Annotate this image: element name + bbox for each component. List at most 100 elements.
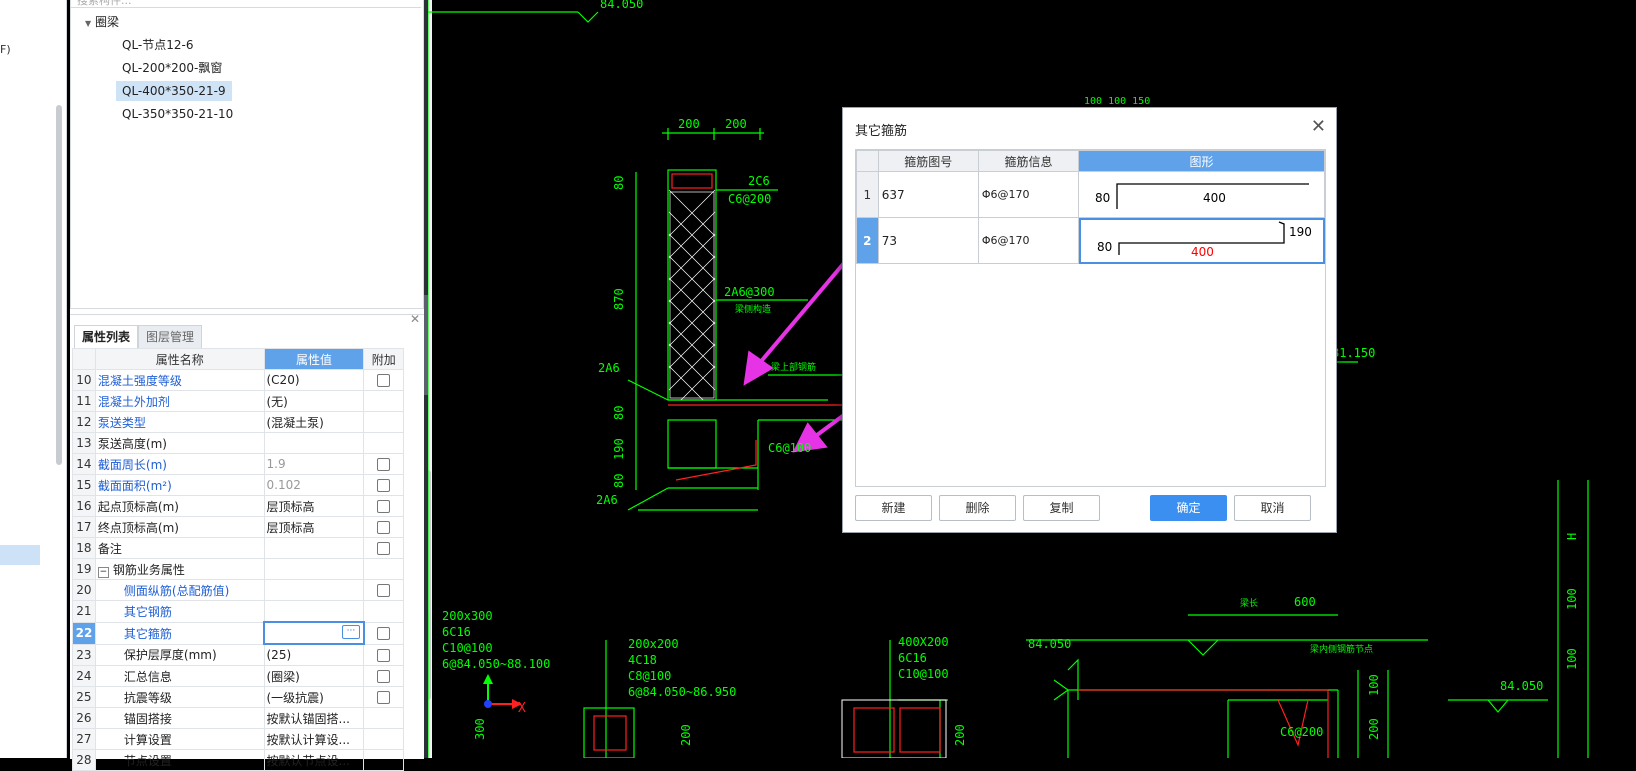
property-value[interactable]: [263, 600, 365, 623]
tree-item-selected[interactable]: QL-400*350-21-9: [116, 81, 232, 101]
attach-checkbox[interactable]: [377, 479, 391, 492]
property-row[interactable]: 25 抗震等级 (一级抗震): [72, 686, 404, 708]
stirrup-info-cell[interactable]: Φ6@170: [977, 217, 1080, 264]
cad-label: 2A6: [598, 361, 620, 375]
attach-checkbox[interactable]: [377, 521, 391, 534]
property-value[interactable]: [263, 579, 365, 601]
property-row[interactable]: 13 泵送高度(m): [72, 432, 404, 454]
tree-root-node[interactable]: ▼ 圈梁: [85, 12, 119, 32]
property-row[interactable]: 12 泵送类型 (混凝土泵): [72, 411, 404, 433]
left-strip-fragment: F): [0, 43, 11, 56]
attach-checkbox[interactable]: [377, 374, 391, 387]
shape-header: 图形: [1078, 150, 1325, 172]
delete-button[interactable]: 删除: [939, 495, 1016, 521]
ok-button[interactable]: 确定: [1150, 495, 1227, 521]
property-row[interactable]: 17 终点顶标高(m) 层顶标高: [72, 516, 404, 538]
property-value[interactable]: 1.9: [263, 453, 365, 475]
tree-item[interactable]: QL-350*350-21-10: [122, 104, 233, 124]
hatch-pattern: [668, 189, 716, 401]
property-value[interactable]: (一级抗震): [263, 686, 365, 708]
attach-checkbox[interactable]: [377, 542, 391, 555]
tree-item[interactable]: QL-节点12-6: [122, 35, 194, 55]
new-button[interactable]: 新建: [855, 495, 932, 521]
property-row[interactable]: 19− 钢筋业务属性: [72, 558, 404, 580]
property-row[interactable]: 16 起点顶标高(m) 层顶标高: [72, 495, 404, 517]
property-value[interactable]: (圈梁): [263, 665, 365, 687]
property-row[interactable]: 26 锚固搭接 按默认锚固搭...: [72, 707, 404, 729]
property-name: 混凝土外加剂: [94, 390, 265, 412]
stirrup-code-cell[interactable]: 637: [877, 171, 979, 218]
property-name: 其它钢筋: [94, 600, 265, 623]
property-value-text: 按默认锚固搭...: [266, 711, 350, 726]
property-value[interactable]: [263, 558, 365, 580]
left-strip-scrollbar[interactable]: [56, 105, 62, 465]
cad-label: C8@100: [628, 669, 671, 683]
property-row[interactable]: 10 混凝土强度等级 (C20): [72, 369, 404, 391]
attach-checkbox[interactable]: [377, 627, 391, 640]
property-row[interactable]: 20 侧面纵筋(总配筋值): [72, 579, 404, 601]
tab-layer-management[interactable]: 图层管理: [138, 325, 203, 349]
property-value[interactable]: 层顶标高: [263, 495, 365, 517]
property-value[interactable]: 层顶标高: [263, 516, 365, 538]
property-row[interactable]: 23 保护层厚度(mm) (25): [72, 643, 404, 666]
property-row[interactable]: 15 截面面积(m²) 0.102: [72, 474, 404, 496]
property-value[interactable]: 按默认锚固搭...: [263, 707, 365, 729]
property-value[interactable]: [263, 537, 365, 559]
property-value-text: 按默认节点设...: [266, 753, 350, 768]
attach-cell: [363, 749, 404, 771]
row-number: 28: [72, 749, 96, 771]
table-row[interactable]: 1 637 Φ6@170 80 400: [856, 171, 1325, 218]
property-row[interactable]: 14 截面周长(m) 1.9: [72, 453, 404, 475]
property-tabs: 属性列表 图层管理: [74, 325, 203, 349]
property-row[interactable]: 24 汇总信息 (圈梁): [72, 665, 404, 687]
tree-search-input[interactable]: 搜索构件...: [71, 0, 421, 8]
table-row-selected[interactable]: 2 73 Φ6@170 80 400 190: [856, 217, 1325, 264]
property-value[interactable]: (25): [263, 643, 365, 666]
more-options-icon[interactable]: ···: [341, 625, 360, 639]
attach-checkbox[interactable]: [377, 500, 391, 513]
property-row[interactable]: 11 混凝土外加剂 (无): [72, 390, 404, 412]
shape-cell[interactable]: 80 400 190: [1078, 217, 1325, 264]
stirrup-shape-2: 80 400 190: [1097, 221, 1312, 259]
property-name: 抗震等级: [94, 686, 265, 708]
property-row[interactable]: 21 其它钢筋: [72, 600, 404, 623]
collapse-icon[interactable]: −: [97, 566, 109, 578]
property-value[interactable]: (无): [263, 390, 365, 412]
attach-checkbox[interactable]: [377, 584, 391, 597]
expand-triangle-icon[interactable]: ▼: [85, 19, 91, 28]
row-number: 13: [72, 432, 96, 454]
stirrup-info-cell[interactable]: Φ6@170: [977, 171, 1080, 218]
property-value[interactable]: 按默认计算设...: [263, 728, 365, 750]
attach-checkbox[interactable]: [377, 670, 391, 683]
property-row[interactable]: 18 备注: [72, 537, 404, 559]
close-icon[interactable]: ✕: [1311, 116, 1326, 137]
row-number: 18: [72, 537, 96, 559]
attach-checkbox[interactable]: [377, 458, 391, 471]
attach-cell: [363, 600, 404, 623]
copy-button[interactable]: 复制: [1023, 495, 1100, 521]
property-value[interactable]: ···: [263, 621, 365, 645]
property-value[interactable]: (C20): [263, 369, 365, 391]
property-value[interactable]: 0.102: [263, 474, 365, 496]
stirrup-shape-1: 80 400: [1095, 183, 1310, 209]
property-value[interactable]: [263, 432, 365, 454]
property-row[interactable]: 27 计算设置 按默认计算设...: [72, 728, 404, 750]
attach-checkbox[interactable]: [377, 691, 391, 704]
row-number: 22: [72, 621, 96, 645]
cad-label: C6@100: [768, 441, 811, 455]
attach-checkbox[interactable]: [377, 648, 391, 662]
cad-label: 200: [679, 724, 693, 746]
tab-property-list[interactable]: 属性列表: [74, 325, 139, 349]
tree-item[interactable]: QL-200*200-飘窗: [122, 58, 222, 78]
cad-label: 200: [678, 117, 700, 131]
property-name-label: 抗震等级: [123, 690, 172, 705]
left-strip-selected-item[interactable]: [0, 545, 40, 565]
cancel-button[interactable]: 取消: [1234, 495, 1311, 521]
shape-cell[interactable]: 80 400: [1078, 171, 1325, 218]
property-value[interactable]: (混凝土泵): [263, 411, 365, 433]
property-value[interactable]: 按默认节点设...: [263, 749, 365, 771]
stirrup-code-cell[interactable]: 73: [877, 217, 979, 264]
close-icon[interactable]: ✕: [410, 312, 420, 326]
property-row[interactable]: 22 其它箍筋 ···: [72, 621, 404, 645]
property-row[interactable]: 28 节点设置 按默认节点设...: [72, 749, 404, 771]
